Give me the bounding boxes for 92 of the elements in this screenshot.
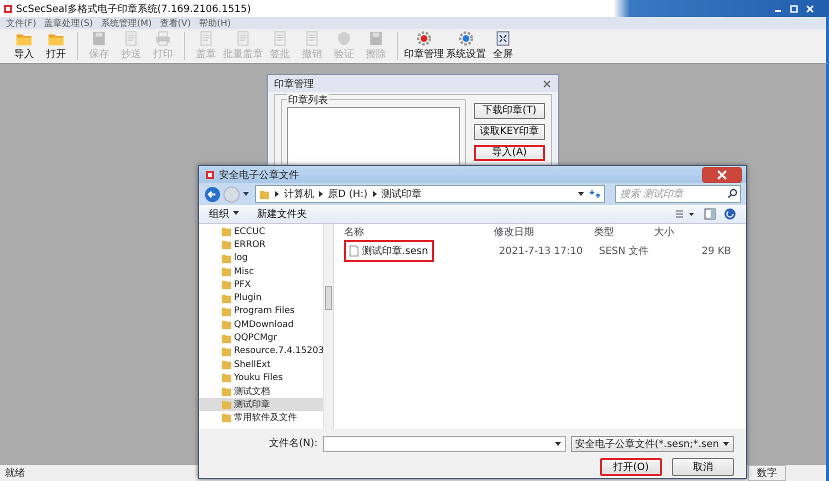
preview-pane-icon[interactable] — [704, 208, 716, 220]
folder-item[interactable]: ERROR — [199, 238, 323, 252]
close-icon[interactable] — [702, 166, 742, 182]
folder-icon — [259, 188, 270, 200]
status-indicator: 数字 — [748, 465, 786, 481]
folder-item[interactable]: Plugin — [199, 291, 323, 305]
column-header[interactable]: 修改日期 — [494, 224, 594, 238]
toolbar-button[interactable]: 全屏 — [487, 29, 519, 63]
menu-item[interactable]: 帮助(H) — [198, 16, 231, 30]
folder-icon — [221, 346, 232, 357]
caret-icon[interactable] — [554, 440, 562, 448]
organize-button[interactable]: 组织 — [209, 207, 243, 221]
folder-icon — [221, 306, 232, 317]
caret-icon — [722, 440, 730, 448]
breadcrumb[interactable]: 原D (H:) — [328, 187, 368, 201]
breadcrumb[interactable]: 计算机 — [284, 187, 314, 201]
folder-icon — [221, 226, 232, 238]
app-icon — [205, 170, 215, 180]
column-header[interactable]: 名称 — [344, 224, 494, 238]
chevron-icon[interactable] — [372, 190, 378, 198]
column-header[interactable]: 大小 — [654, 224, 704, 238]
folder-item[interactable]: 测试文档 — [199, 384, 323, 398]
dialog-button[interactable]: 取消 — [672, 458, 734, 476]
folder-icon — [221, 386, 232, 397]
maximize-icon[interactable] — [789, 4, 799, 14]
scrollbar[interactable] — [323, 224, 333, 429]
dialog-button[interactable]: 打开(O) — [600, 458, 662, 476]
folder-item[interactable]: Program Files — [199, 304, 323, 318]
folder-item[interactable]: Misc — [199, 264, 323, 278]
folder-item[interactable]: 常用软件及文件 — [199, 411, 323, 424]
toolbar-button[interactable]: 导入 — [8, 29, 40, 63]
gear-icon — [456, 31, 476, 46]
folder-icon — [221, 279, 232, 290]
folder-item[interactable]: 测试印章 — [199, 398, 323, 412]
search-field[interactable]: 搜索 测试印章 — [615, 185, 741, 203]
folder-icon — [221, 292, 232, 304]
folder-item[interactable]: Resource.7.4.15203 — [199, 344, 323, 358]
folder-icon — [221, 266, 232, 278]
gear-icon — [414, 31, 434, 46]
toolbar-button[interactable]: 印章管理 — [403, 29, 445, 63]
search-icon — [727, 188, 738, 199]
caret-icon — [232, 209, 240, 217]
menu-item[interactable]: 盖章处理(S) — [44, 16, 93, 30]
folder-icon — [221, 252, 232, 264]
folder-icon — [221, 372, 232, 384]
caret-icon[interactable] — [577, 190, 585, 198]
view-icon[interactable] — [674, 208, 696, 220]
folder-item[interactable]: Youku Files — [199, 371, 323, 385]
dialog-title: 印章管理 — [274, 78, 314, 90]
group-label: 印章列表 — [287, 93, 329, 107]
toolbar-button[interactable]: 打开 — [40, 29, 72, 63]
folder-item[interactable]: QMDownload — [199, 318, 323, 332]
menu-item[interactable]: 查看(V) — [160, 16, 191, 30]
menu-item[interactable]: 文件(F) — [6, 16, 36, 30]
folder-icon — [221, 239, 232, 250]
folder-icon — [221, 332, 232, 344]
folder-icon — [221, 359, 232, 370]
folder-icon — [221, 319, 232, 330]
table-cell-text: 2021-7-13 17:10 — [499, 246, 584, 256]
filename-field[interactable] — [322, 436, 566, 452]
folder-item[interactable]: ShellExt — [199, 358, 323, 372]
column-header[interactable]: 类型 — [594, 224, 654, 238]
folder-item[interactable]: QQPCMgr — [199, 331, 323, 345]
address-bar[interactable]: 计算机 原D (H:) 测试印章 — [255, 185, 605, 203]
dialog-button[interactable]: 读取KEY印章 — [474, 124, 545, 140]
toolbar-button[interactable]: 系统设置 — [445, 29, 487, 63]
file-icon — [349, 245, 359, 257]
refresh-icon[interactable] — [589, 188, 601, 200]
folder-item[interactable]: log — [199, 252, 323, 265]
field-label: 文件名(N): — [269, 437, 318, 451]
new-folder-button[interactable]: 新建文件夹 — [257, 207, 307, 221]
dialog-title: 安全电子公章文件 — [219, 168, 299, 182]
file-item[interactable]: 测试印章.sesn — [344, 240, 434, 262]
caret-icon[interactable] — [242, 190, 250, 198]
folder-icon — [221, 399, 232, 410]
table-cell-text: SESN 文件 — [599, 244, 650, 258]
close-icon[interactable] — [542, 78, 552, 88]
window-title: ScSecSeal多格式电子印章系统(7.169.2106.1515) — [16, 2, 251, 16]
menu-item[interactable]: 系统管理(M) — [100, 16, 152, 30]
back-icon[interactable] — [204, 186, 221, 202]
folder-item[interactable]: ECCUC — [199, 225, 323, 238]
dialog-button[interactable]: 下载印章(T) — [474, 103, 545, 119]
breadcrumb[interactable]: 测试印章 — [382, 187, 422, 201]
chevron-icon[interactable] — [318, 190, 324, 198]
folder-item[interactable]: PFX — [199, 278, 323, 292]
table-cell-text: 29 KB — [700, 246, 731, 256]
dialog-button[interactable]: 导入(A) — [474, 145, 545, 161]
app-icon — [3, 4, 13, 14]
status-text: 就绪 — [5, 466, 25, 480]
folder-icon — [221, 412, 232, 424]
chevron-icon[interactable] — [274, 190, 280, 198]
file-type-dropdown[interactable]: 安全电子公章文件(*.sesn;*.sen — [570, 436, 734, 452]
